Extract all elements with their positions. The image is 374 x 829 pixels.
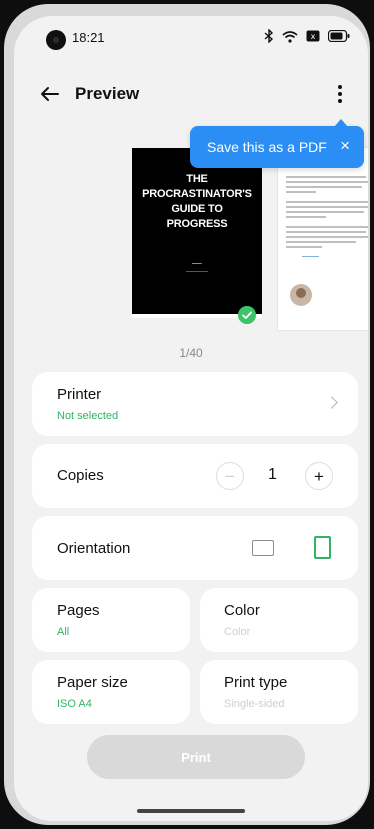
cover-author-line: ━━━━ [192, 261, 202, 266]
copies-label: Copies [57, 467, 104, 484]
book-cover: THE PROCRASTINATOR'S GUIDE TO PROGRESS ━… [132, 148, 262, 314]
sim-icon: x [306, 30, 320, 42]
cover-link-line: ━━━━━━━━━ [186, 269, 208, 274]
svg-text:x: x [311, 32, 316, 41]
home-indicator[interactable] [137, 809, 245, 813]
device-frame: 18:21 x Preview THE PROCRASTINATOR'S GUI… [0, 0, 374, 829]
print-button[interactable]: Print [87, 735, 305, 779]
tooltip-text[interactable]: Save this as a PDF [207, 139, 327, 155]
author-photo [290, 284, 312, 306]
printer-label: Printer [57, 386, 102, 403]
app-header: Preview [14, 72, 368, 116]
copies-row: Copies − 1 + [32, 444, 358, 508]
preview-page-2[interactable]: ━━━━━━━ [278, 148, 368, 330]
portrait-icon[interactable] [314, 536, 331, 559]
cover-title: THE PROCRASTINATOR'S GUIDE TO PROGRESS [142, 173, 252, 230]
preview-page-1[interactable]: THE PROCRASTINATOR'S GUIDE TO PROGRESS ━… [132, 148, 262, 318]
page-previews: THE PROCRASTINATOR'S GUIDE TO PROGRESS ━… [14, 148, 368, 330]
orientation-label: Orientation [57, 540, 131, 557]
landscape-icon[interactable] [252, 540, 274, 556]
printer-row[interactable]: Printer Not selected [32, 372, 358, 436]
paper-size-option[interactable]: Paper size ISO A4 [32, 660, 190, 724]
print-type-value: Single-sided [224, 698, 285, 710]
pages-label: Pages [57, 602, 100, 619]
copies-value: 1 [268, 466, 277, 483]
color-label: Color [224, 602, 260, 619]
status-time: 18:21 [72, 30, 105, 45]
pages-option[interactable]: Pages All [32, 588, 190, 652]
page-text-lines [286, 176, 368, 251]
back-arrow-icon[interactable] [36, 80, 64, 108]
printer-value: Not selected [57, 410, 119, 422]
chevron-right-icon [325, 396, 338, 409]
color-option[interactable]: Color Color [200, 588, 358, 652]
print-type-option[interactable]: Print type Single-sided [200, 660, 358, 724]
status-bar: 18:21 x [14, 16, 368, 64]
close-icon[interactable]: × [340, 136, 350, 156]
page-title: Preview [75, 84, 140, 103]
paper-size-value: ISO A4 [57, 698, 92, 710]
status-icons: x [264, 29, 350, 43]
camera-cutout [46, 30, 66, 50]
device-bezel: 18:21 x Preview THE PROCRASTINATOR'S GUI… [4, 4, 370, 825]
save-pdf-tooltip[interactable]: Save this as a PDF × [190, 119, 364, 168]
pages-value: All [57, 626, 70, 638]
screen: 18:21 x Preview THE PROCRASTINATOR'S GUI… [14, 16, 368, 821]
bluetooth-icon [264, 29, 274, 43]
page-link-line: ━━━━━━━ [302, 254, 319, 259]
page-selected-check-icon [238, 306, 256, 324]
increase-copies-button[interactable]: + [305, 462, 333, 490]
wifi-icon [282, 30, 298, 43]
orientation-row: Orientation [32, 516, 358, 580]
paper-size-label: Paper size [57, 674, 128, 691]
color-value: Color [224, 626, 251, 638]
print-type-label: Print type [224, 674, 288, 691]
battery-icon [328, 30, 350, 42]
decrease-copies-button[interactable]: − [216, 462, 244, 490]
page-counter: 1/40 [179, 346, 203, 360]
more-options-icon[interactable] [326, 80, 354, 108]
